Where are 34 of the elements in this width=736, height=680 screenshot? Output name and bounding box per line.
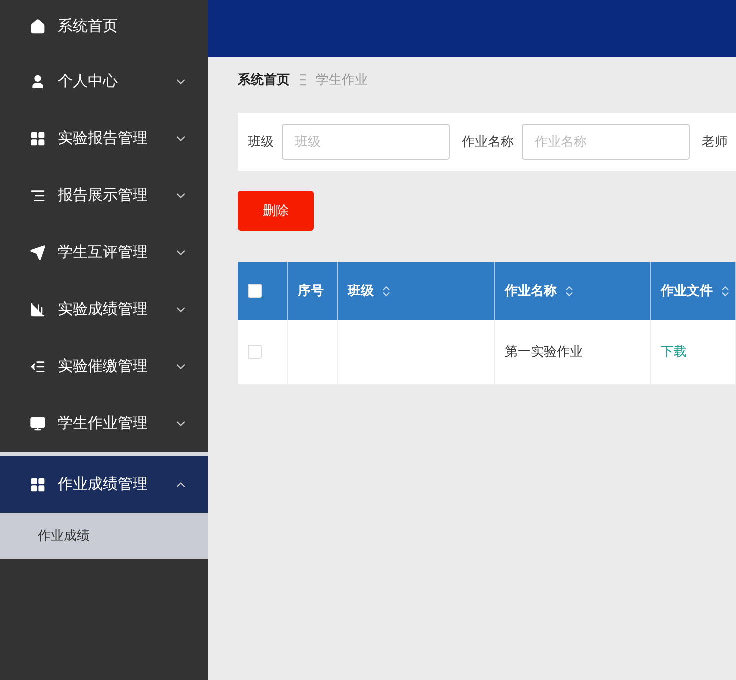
- breadcrumb-item[interactable]: 系统首页: [238, 71, 290, 89]
- sidebar-item[interactable]: 报告展示管理: [0, 167, 208, 224]
- checkbox[interactable]: [248, 284, 262, 298]
- grid-icon: [30, 476, 46, 492]
- sidebar-item[interactable]: 学生互评管理: [0, 224, 208, 281]
- sidebar-item[interactable]: 学生作业管理: [0, 395, 208, 452]
- field-label: 作业名称: [462, 134, 514, 151]
- sidebar-item[interactable]: 实验报告管理: [0, 110, 208, 167]
- paper-plane-icon: [30, 244, 46, 260]
- sidebar-item[interactable]: 实验催缴管理: [0, 338, 208, 395]
- user-icon: [30, 74, 46, 90]
- delete-button[interactable]: 删除: [238, 191, 314, 231]
- column-header[interactable]: 班级: [338, 262, 495, 320]
- separator-icon: [300, 74, 306, 86]
- monitor-icon: [30, 416, 46, 432]
- sidebar-item[interactable]: 个人中心: [0, 53, 208, 110]
- column-header[interactable]: 作业名称: [495, 262, 651, 320]
- column-header[interactable]: 作业文件: [651, 262, 736, 320]
- field-label: 班级: [248, 134, 274, 151]
- sidebar-subitem[interactable]: 作业成绩: [0, 513, 208, 559]
- sidebar-item[interactable]: 实验成绩管理: [0, 281, 208, 338]
- lines-icon: [30, 188, 46, 204]
- sidebar-item[interactable]: 作业成绩管理: [0, 456, 208, 513]
- sidebar-item[interactable]: 系统首页: [0, 0, 208, 53]
- field-label: 老师: [702, 134, 728, 151]
- checkbox[interactable]: [248, 345, 262, 359]
- bar-chart-icon: [30, 302, 46, 318]
- table-cell: 第一实验作业: [495, 320, 651, 385]
- column-header[interactable]: 序号: [288, 262, 338, 320]
- search-field[interactable]: 班级: [282, 124, 450, 160]
- home-icon: [30, 18, 46, 34]
- grid-icon: [30, 130, 46, 146]
- search-field[interactable]: 作业名称: [522, 124, 690, 160]
- indent-icon: [30, 358, 46, 374]
